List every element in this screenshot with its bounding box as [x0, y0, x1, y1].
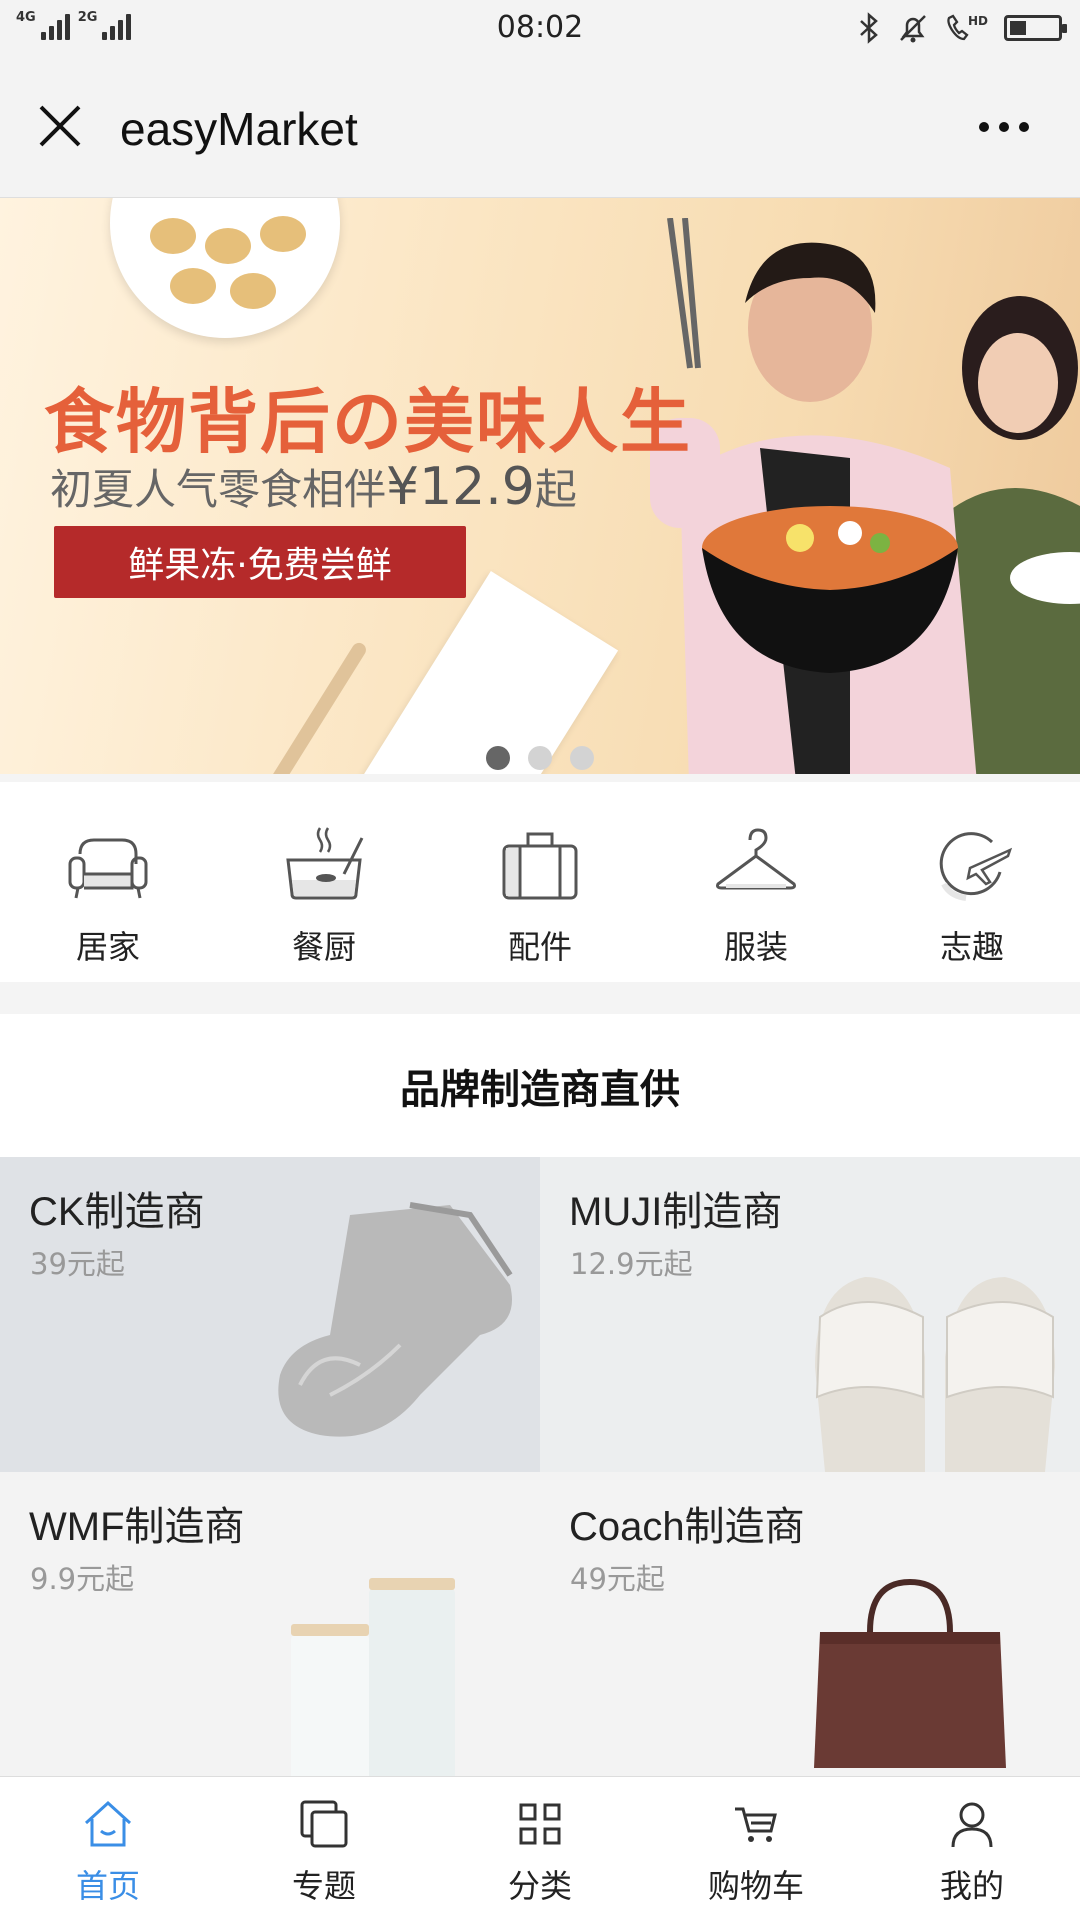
cart-icon [735, 1807, 777, 1842]
page: 4G 2G 08:02 HD easyMarket 食物背后の美味人生 初夏人气… [0, 0, 1080, 1920]
hanger-icon [716, 828, 796, 890]
brand-grid: CK制造商 39元起 MUJI制造商 12.9元起 WMF制造商 9.9元起 C… [0, 1157, 1080, 1787]
slippers-image [815, 1277, 1055, 1472]
banner-subline-prefix: 初夏人气零食相伴 [50, 465, 387, 514]
bluetooth-icon [860, 12, 878, 44]
banner-subline-suffix: 起 [534, 465, 577, 514]
tab-categories[interactable]: 分类 [432, 1777, 648, 1920]
tab-topics[interactable]: 专题 [216, 1777, 432, 1920]
carousel-dots [0, 746, 1080, 770]
tab-home[interactable]: 首页 [0, 1777, 216, 1920]
category-kitchen[interactable]: 餐厨 [216, 782, 432, 982]
brand-card-muji[interactable]: MUJI制造商 12.9元起 [540, 1157, 1080, 1472]
pot-icon [286, 827, 364, 900]
category-label: 志趣 [939, 928, 1004, 966]
brand-price: 9.9元起 [30, 1562, 135, 1596]
brand-name: CK制造商 [29, 1190, 205, 1234]
socks-image [278, 1202, 513, 1437]
promo-banner[interactable]: 食物背后の美味人生 初夏人气零食相伴¥12.9起 鲜果冻·免费尝鲜 [0, 198, 1080, 774]
user-icon [951, 1802, 993, 1848]
soup-bowl-image [702, 506, 958, 673]
category-clothing[interactable]: 服装 [648, 782, 864, 982]
status-icons: HD [856, 12, 1067, 44]
brand-section: 品牌制造商直供 CK制造商 39元起 MUJI制造商 12.9元起 WMF制造商… [0, 1014, 1080, 1787]
brand-name: WMF制造商 [29, 1505, 245, 1549]
carousel-dot-3[interactable] [570, 746, 594, 770]
brand-name: MUJI制造商 [569, 1190, 783, 1234]
banner-subline: 初夏人气零食相伴¥12.9起 [50, 456, 577, 517]
hd-call-icon: HD [947, 14, 988, 41]
tab-profile[interactable]: 我的 [864, 1777, 1080, 1920]
handbag-image [814, 1578, 1006, 1768]
category-label: 配件 [507, 928, 572, 966]
brand-card-wmf[interactable]: WMF制造商 9.9元起 [0, 1472, 540, 1787]
category-label: 服装 [723, 928, 788, 966]
cookie-plate-image [110, 198, 340, 338]
close-icon [39, 105, 81, 147]
man-image [650, 218, 977, 774]
bell-muted-icon [900, 15, 926, 43]
sofa-icon [68, 838, 148, 899]
brand-name: Coach制造商 [569, 1505, 805, 1549]
category-accessories[interactable]: 配件 [432, 782, 648, 982]
tab-label: 分类 [507, 1867, 572, 1905]
category-hobbies[interactable]: 志趣 [864, 782, 1080, 982]
banner-price: ¥12.9 [386, 457, 535, 517]
jelly-plate-image [331, 571, 619, 774]
battery-icon [1004, 15, 1067, 41]
tab-label: 我的 [939, 1867, 1004, 1905]
category-nav: 居家 餐厨 配件 服装 志趣 [0, 782, 1080, 982]
globe-plane-icon [939, 832, 1013, 901]
brand-card-ck[interactable]: CK制造商 39元起 [0, 1157, 540, 1472]
banner-cta-button[interactable]: 鲜果冻·免费尝鲜 [54, 526, 466, 598]
topics-icon [300, 1800, 348, 1848]
status-bar: 4G 2G 08:02 HD [0, 0, 1080, 58]
carousel-dot-1[interactable] [486, 746, 510, 770]
carousel-dot-2[interactable] [528, 746, 552, 770]
category-label: 餐厨 [291, 928, 356, 966]
title-bar: easyMarket [0, 58, 1080, 198]
bottom-tab-bar: 首页 专题 分类 购物车 我的 [0, 1776, 1080, 1920]
tab-label: 专题 [291, 1867, 356, 1905]
brand-price: 39元起 [30, 1247, 125, 1281]
grid-icon [519, 1803, 561, 1845]
jars-image [291, 1578, 455, 1786]
app-title: easyMarket [120, 103, 358, 155]
more-menu-button[interactable] [964, 102, 1044, 152]
home-icon [84, 1800, 132, 1847]
close-button[interactable] [28, 94, 92, 158]
brand-price: 12.9元起 [570, 1247, 693, 1281]
hd-badge: HD [968, 14, 988, 28]
tab-cart[interactable]: 购物车 [648, 1777, 864, 1920]
banner-headline: 食物背后の美味人生 [44, 380, 692, 463]
brand-section-heading: 品牌制造商直供 [400, 1066, 680, 1113]
category-label: 居家 [75, 928, 140, 966]
brand-price: 49元起 [570, 1562, 665, 1596]
tab-label: 购物车 [707, 1867, 804, 1905]
category-home[interactable]: 居家 [0, 782, 216, 982]
tab-label: 首页 [75, 1867, 140, 1905]
brand-card-coach[interactable]: Coach制造商 49元起 [540, 1472, 1080, 1787]
suitcase-icon [502, 832, 578, 900]
